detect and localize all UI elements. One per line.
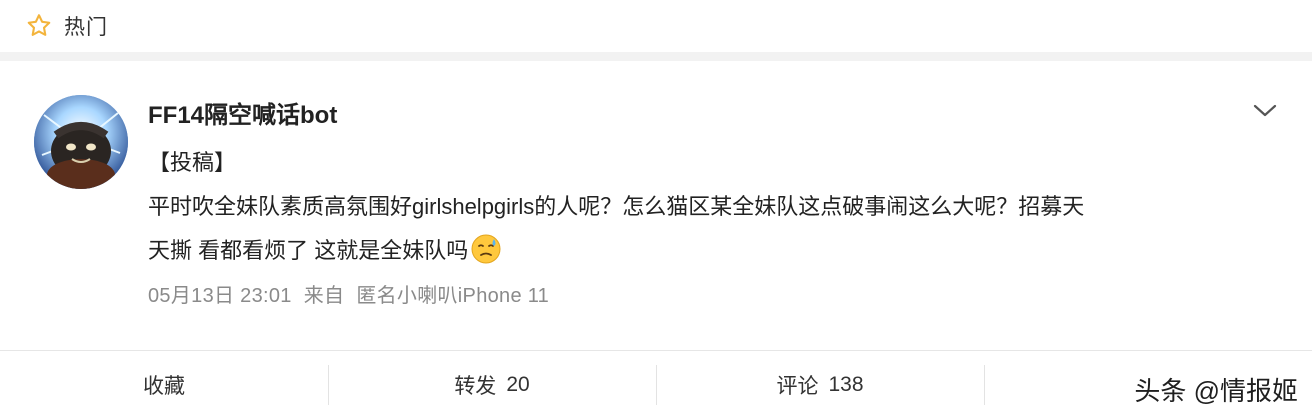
repost-label: 转发	[454, 375, 497, 398]
comment-button[interactable]: 评论 138	[656, 351, 984, 419]
post-action-bar: 收藏 转发 20 评论 138	[0, 350, 1312, 419]
comment-label: 评论	[776, 375, 819, 398]
post-tag: 【投稿】	[148, 150, 237, 175]
post-source-prefix: 来自	[303, 285, 345, 307]
post-card: FF14隔空喊话bot 【投稿】 平时吹全妹队素质高氛围好girlshelpgi…	[0, 61, 1312, 351]
favorite-button[interactable]: 收藏	[0, 351, 328, 419]
watermark: 头条 @情报姬	[1134, 376, 1298, 406]
hot-section-title[interactable]: 热门	[64, 11, 108, 41]
chevron-down-icon[interactable]	[1252, 101, 1278, 121]
star-icon[interactable]	[24, 11, 54, 41]
avatar[interactable]	[34, 95, 128, 189]
post-text-line-2-text: 天撕 看都看烦了 这就是全妹队吗	[148, 238, 469, 263]
post-meta: 05月13日 23:01 来自 匿名小喇叭iPhone 11	[148, 279, 561, 308]
post-text-line-2: 天撕 看都看烦了 这就是全妹队吗	[148, 229, 1288, 273]
post-text-line-1: 平时吹全妹队素质高氛围好girlshelpgirls的人呢？怎么猫区某全妹队这点…	[148, 194, 1085, 219]
top-bar: 热门	[0, 0, 1312, 52]
favorite-label: 收藏	[143, 375, 185, 398]
comment-count: 138	[828, 373, 864, 396]
repost-button[interactable]: 转发 20	[328, 351, 656, 419]
post-content: 【投稿】 平时吹全妹队素质高氛围好girlshelpgirls的人呢？怎么猫区某…	[148, 141, 1288, 273]
sweat-face-emoji-icon	[470, 233, 502, 265]
post-username[interactable]: FF14隔空喊话bot	[148, 95, 337, 130]
post-timestamp[interactable]: 05月13日 23:01	[148, 285, 292, 307]
repost-count: 20	[506, 373, 530, 396]
post-source: 匿名小喇叭iPhone 11	[356, 285, 550, 307]
